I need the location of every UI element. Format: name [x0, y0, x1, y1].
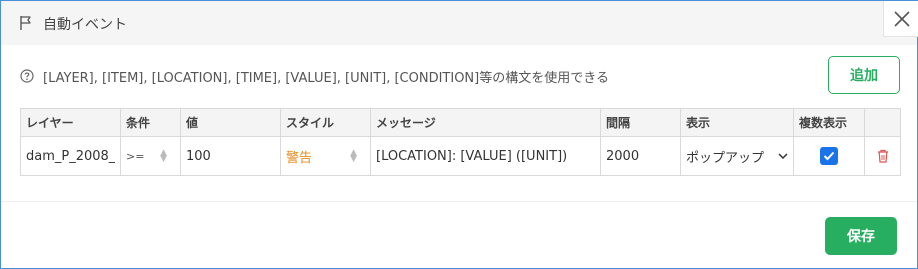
display-value: ポップアップ	[686, 150, 765, 166]
header-interval: 間隔	[600, 108, 681, 137]
style-select[interactable]: 警告 ▲ ▼	[286, 147, 365, 166]
trash-icon	[877, 149, 888, 163]
auto-event-dialog: 自動イベント [LAYER], [ITEM], [LOCATION], [TIM…	[0, 0, 918, 269]
message-cell[interactable]: [LOCATION]: [VALUE] ([UNIT])	[370, 136, 601, 176]
dialog-title: 自動イベント	[43, 17, 127, 33]
close-button[interactable]	[883, 1, 918, 37]
header-style: スタイル	[280, 108, 371, 137]
multi-display-checkbox[interactable]	[820, 147, 838, 165]
layer-cell[interactable]: dam_P_2008_	[20, 136, 121, 176]
display-cell[interactable]: ポップアップ	[680, 136, 794, 176]
sort-arrows-icon: ▲ ▼	[160, 148, 167, 164]
header-layer: レイヤー	[20, 108, 121, 137]
condition-select[interactable]: >= ▲ ▼	[126, 148, 175, 164]
syntax-hint: [LAYER], [ITEM], [LOCATION], [TIME], [VA…	[20, 66, 609, 86]
sort-arrows-icon: ▲ ▼	[350, 148, 357, 164]
message-input[interactable]: [LOCATION]: [VALUE] ([UNIT])	[376, 149, 595, 164]
header-display: 表示	[680, 108, 794, 137]
header-multi-display: 複数表示	[793, 108, 865, 137]
check-icon	[823, 151, 835, 161]
table-row: dam_P_2008_ >= ▲ ▼ 100 警告 ▲ ▼ [LOCATION]…	[20, 136, 901, 176]
save-button[interactable]: 保存	[825, 217, 897, 255]
help-icon	[20, 69, 34, 83]
header-message: メッセージ	[370, 108, 601, 137]
table-header-row: レイヤー 条件 値 スタイル メッセージ 間隔 表示 複数表示	[20, 108, 901, 137]
actions-cell	[864, 136, 901, 176]
hint-text: [LAYER], [ITEM], [LOCATION], [TIME], [VA…	[43, 70, 609, 86]
footer-divider	[1, 201, 917, 202]
multi-display-cell[interactable]	[793, 136, 865, 176]
header-actions	[864, 108, 901, 137]
close-icon	[893, 10, 910, 27]
interval-input[interactable]: 2000	[606, 149, 675, 164]
condition-cell[interactable]: >= ▲ ▼	[120, 136, 181, 176]
flag-icon	[20, 16, 31, 30]
style-value: 警告	[286, 150, 313, 166]
header-condition: 条件	[120, 108, 181, 137]
display-select[interactable]: ポップアップ	[686, 147, 788, 166]
chevron-down-icon	[778, 153, 788, 160]
add-button[interactable]: 追加	[828, 56, 900, 94]
header-value: 値	[180, 108, 281, 137]
value-cell[interactable]: 100	[180, 136, 281, 176]
delete-button[interactable]	[870, 149, 895, 163]
condition-value: >=	[126, 149, 145, 163]
event-table: レイヤー 条件 値 スタイル メッセージ 間隔 表示 複数表示 dam_P_20…	[20, 108, 901, 176]
layer-input[interactable]: dam_P_2008_	[26, 149, 115, 164]
interval-cell[interactable]: 2000	[600, 136, 681, 176]
value-input[interactable]: 100	[186, 149, 275, 164]
style-cell[interactable]: 警告 ▲ ▼	[280, 136, 371, 176]
dialog-header: 自動イベント	[1, 1, 917, 45]
